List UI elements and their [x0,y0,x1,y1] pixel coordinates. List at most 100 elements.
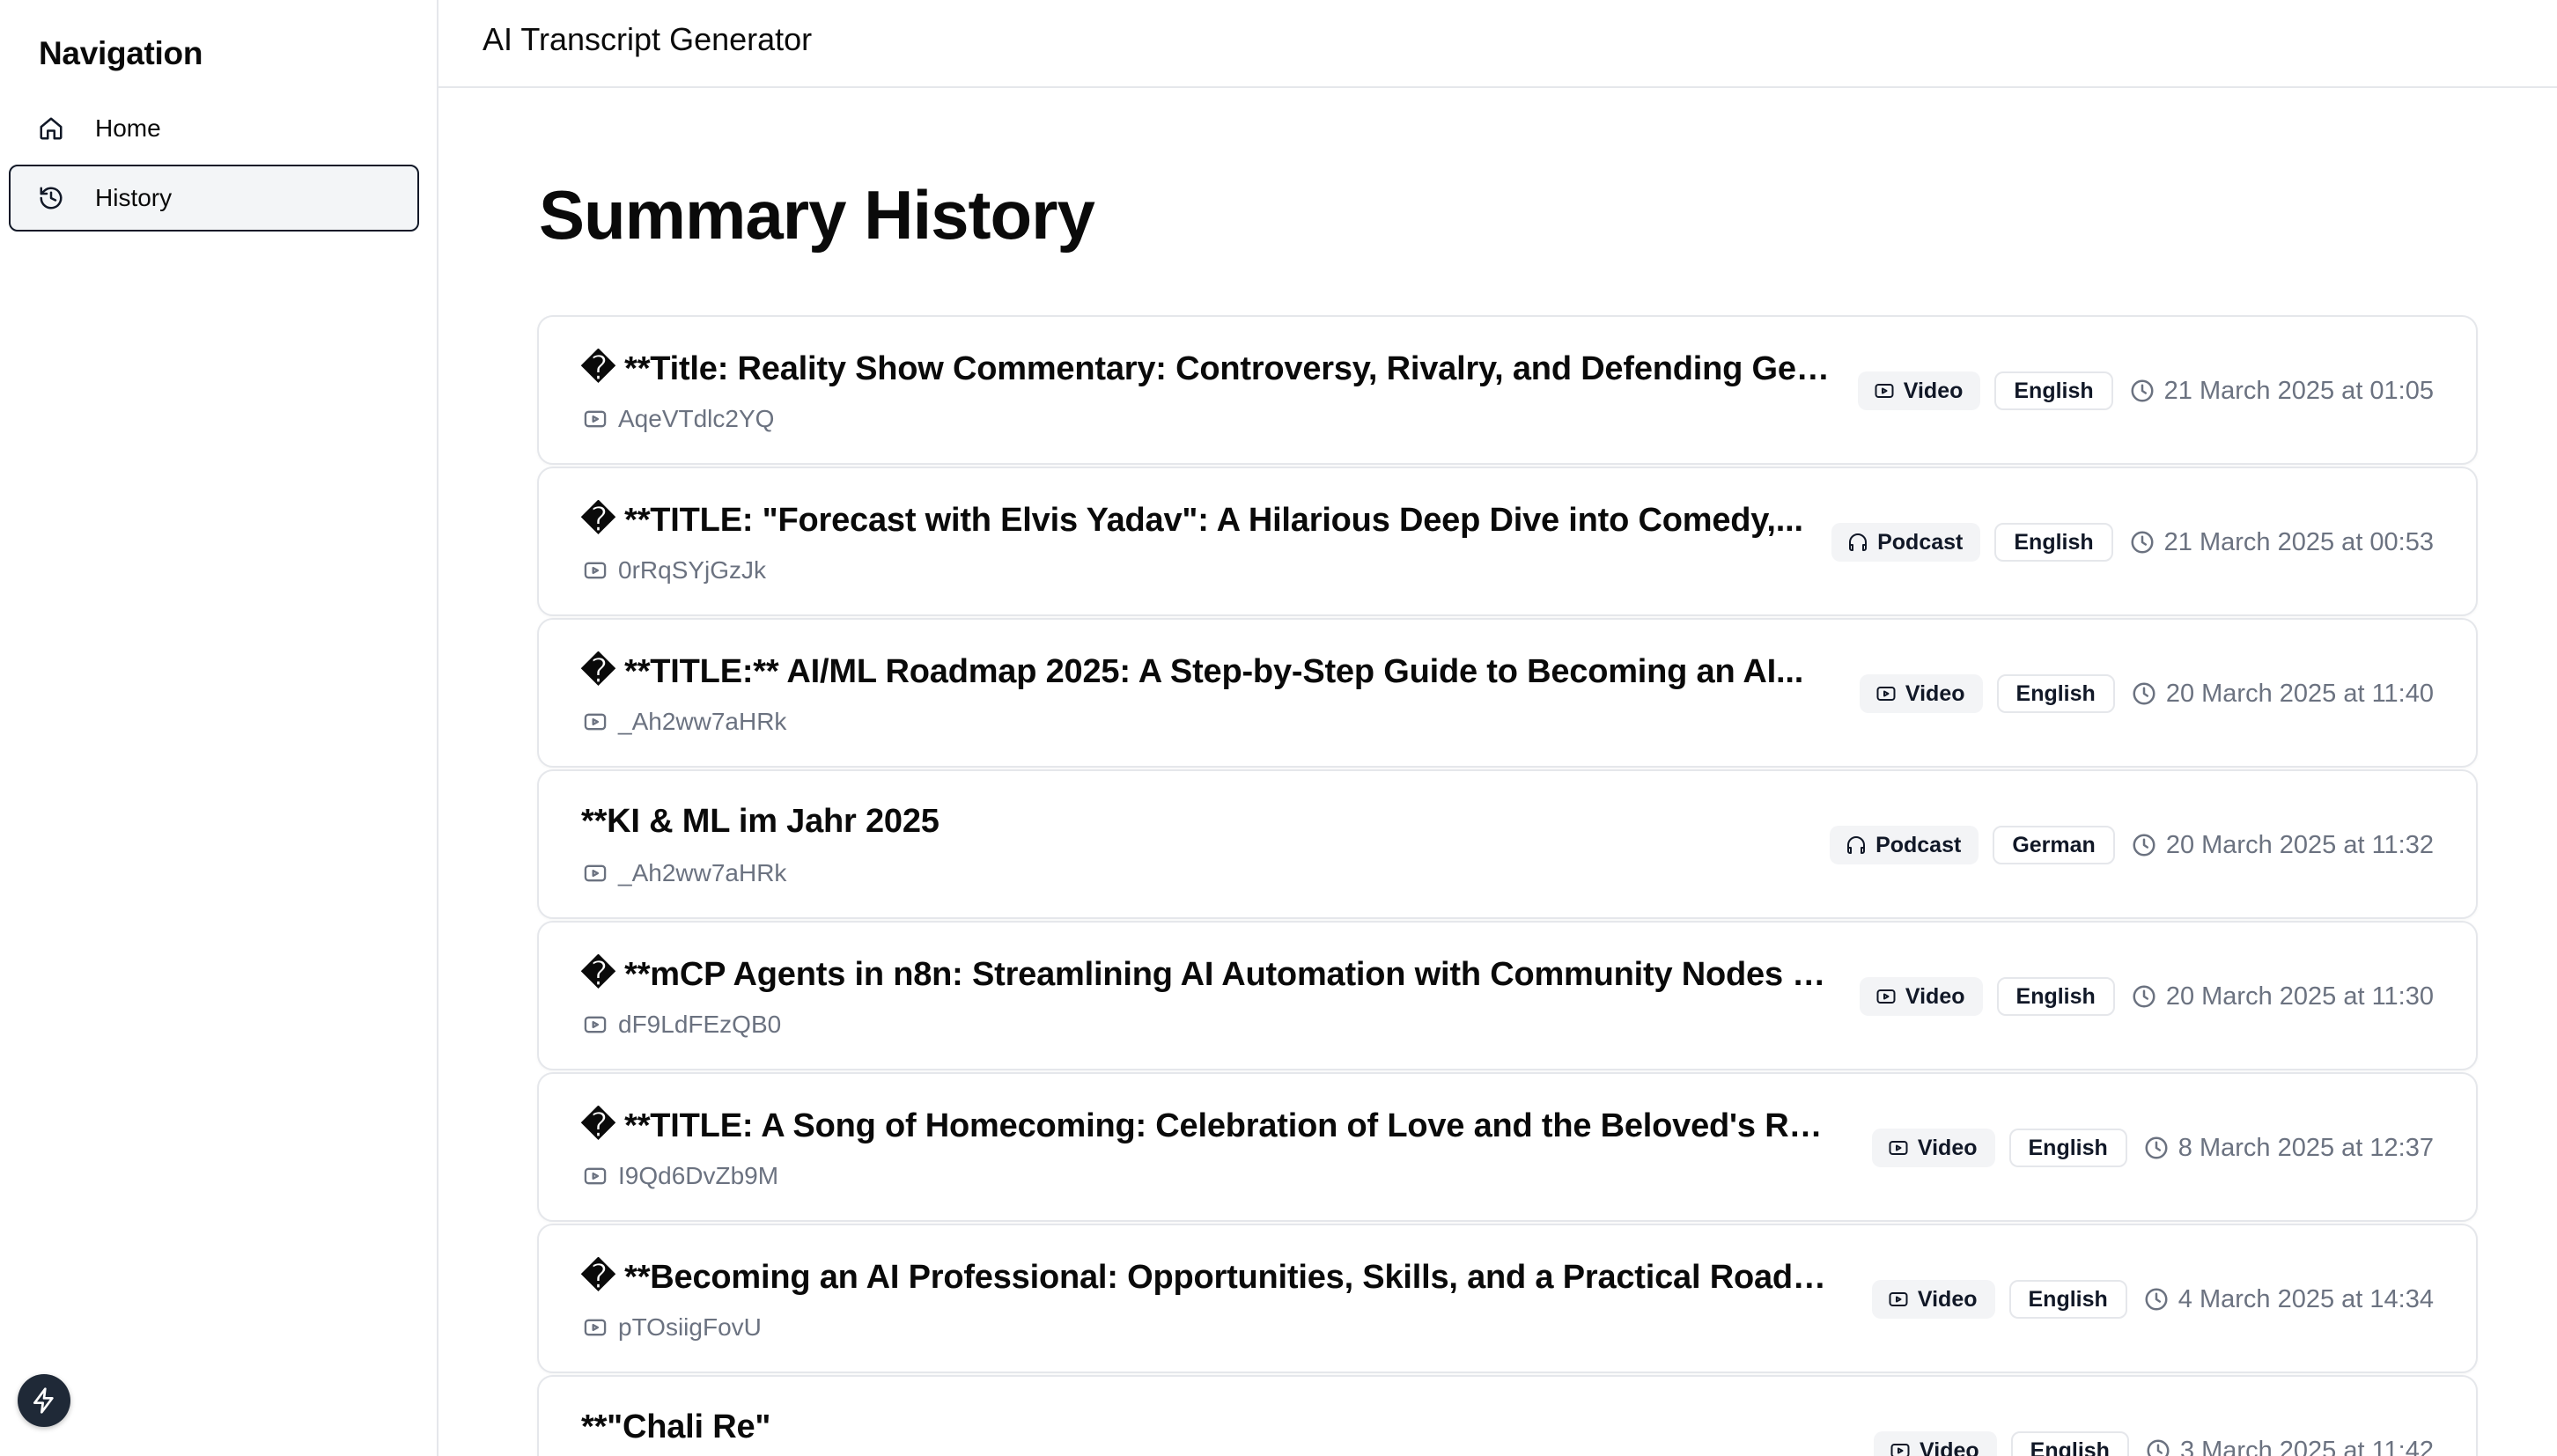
clock-icon [2129,378,2155,404]
type-badge: Video [1857,371,1981,410]
clock-icon [2131,832,2157,858]
type-badge-label: Video [1920,1438,1979,1456]
history-card[interactable]: � **Title: Reality Show Commentary: Cont… [537,315,2478,465]
video-icon [1875,683,1897,704]
timestamp: 20 March 2025 at 11:32 [2131,831,2434,860]
sidebar-title: Navigation [39,35,203,71]
type-badge-label: Podcast [1877,529,1964,555]
summary-title: � **Becoming an AI Professional: Opportu… [581,1259,1831,1296]
sidebar-item-home[interactable]: Home [9,95,419,162]
type-badge-label: Video [1905,983,1965,1009]
headphones-icon [1846,835,1867,856]
video-id: dF9LdFEzQB0 [583,1011,781,1039]
card-meta: Video English 21 March 2025 at 01:05 [1857,370,2434,412]
summary-title: � **TITLE: "Forecast with Elvis Yadav": … [581,502,1803,539]
video-id-text: _Ah2ww7aHRk [618,859,787,886]
video-id-text: AqeVTdlc2YQ [618,405,775,432]
type-badge: Podcast [1830,826,1979,864]
clock-icon [2143,1286,2170,1313]
youtube-icon [583,710,608,734]
headphones-icon [1847,532,1868,553]
timestamp: 20 March 2025 at 11:30 [2131,982,2434,1011]
summary-title: � **Title: Reality Show Commentary: Cont… [581,350,1831,387]
language-badge: English [2008,1280,2127,1319]
video-icon [1875,986,1897,1007]
clock-icon [2131,983,2157,1010]
history-list: � **Title: Reality Show Commentary: Cont… [537,315,2478,1456]
lightning-icon [30,1386,58,1415]
timestamp: 4 March 2025 at 14:34 [2143,1285,2434,1314]
history-card[interactable]: � **Becoming an AI Professional: Opportu… [537,1224,2478,1373]
sidebar-item-label: History [95,184,173,211]
history-card[interactable]: **"Chali Re" Video English 3 March 2025 … [537,1375,2478,1456]
type-badge-label: Video [1903,378,1964,403]
video-id: 0rRqSYjGzJk [583,556,766,585]
timestamp-text: 8 March 2025 at 12:37 [2178,1133,2434,1162]
youtube-icon [583,1164,608,1188]
page-title: Summary History [539,176,1095,254]
type-badge: Video [1859,977,1983,1016]
app-root: Navigation Home History AI Transcript Ge… [0,0,2557,1456]
timestamp-text: 20 March 2025 at 11:30 [2165,982,2434,1011]
summary-title: � **TITLE:** AI/ML Roadmap 2025: A Step-… [581,653,1804,690]
summary-title: **KI & ML im Jahr 2025 [581,803,940,840]
timestamp: 8 March 2025 at 12:37 [2143,1134,2434,1163]
timestamp: 3 March 2025 at 11:42 [2145,1437,2434,1456]
assistant-button[interactable] [18,1374,70,1427]
timestamp-text: 20 March 2025 at 11:32 [2165,830,2434,859]
history-card[interactable]: � **TITLE:** AI/ML Roadmap 2025: A Step-… [537,618,2478,768]
timestamp-text: 20 March 2025 at 11:40 [2165,679,2434,708]
main-content: AI Transcript Generator Summary History … [438,0,2557,1456]
type-badge: Video [1859,674,1983,713]
type-badge: Video [1871,1280,1995,1319]
clock-icon [2143,1135,2170,1161]
video-icon [1888,1289,1909,1310]
timestamp: 20 March 2025 at 11:40 [2131,680,2434,709]
type-badge: Podcast [1831,523,1981,562]
youtube-icon [583,558,608,583]
youtube-icon [583,1315,608,1340]
youtube-icon [583,861,608,886]
language-badge: English [1996,674,2115,713]
type-badge: Video [1871,1129,1995,1167]
history-card[interactable]: � **TITLE: "Forecast with Elvis Yadav": … [537,467,2478,616]
sidebar-item-history[interactable]: History [9,165,419,232]
app-title: AI Transcript Generator [483,21,813,57]
card-meta: Video English 20 March 2025 at 11:40 [1859,673,2434,715]
summary-title: � **TITLE: A Song of Homecoming: Celebra… [581,1107,1831,1144]
video-id: pTOsiigFovU [583,1313,762,1342]
sidebar-item-label: Home [95,114,161,142]
summary-title: � **mCP Agents in n8n: Streamlining AI A… [581,956,1831,993]
history-card[interactable]: � **mCP Agents in n8n: Streamlining AI A… [537,921,2478,1070]
card-meta: Video English 20 March 2025 at 11:30 [1859,975,2434,1018]
type-badge: Video [1874,1431,1997,1456]
clock-icon [2131,680,2157,707]
top-bar: AI Transcript Generator [438,0,2557,88]
sidebar: Navigation Home History [0,0,438,1456]
language-badge: English [1994,523,2113,562]
youtube-icon [583,407,608,431]
timestamp: 21 March 2025 at 01:05 [2129,377,2434,406]
video-icon [1888,1137,1909,1158]
timestamp-text: 3 March 2025 at 11:42 [2179,1436,2434,1456]
video-id-text: I9Qd6DvZb9M [618,1162,779,1189]
clock-icon [2145,1438,2171,1456]
video-id: _Ah2ww7aHRk [583,708,786,736]
type-badge-label: Video [1917,1135,1978,1160]
timestamp-text: 21 March 2025 at 01:05 [2163,376,2434,405]
type-badge-label: Video [1905,680,1965,706]
card-meta: Podcast German 20 March 2025 at 11:32 [1830,824,2434,866]
history-card[interactable]: � **TITLE: A Song of Homecoming: Celebra… [537,1072,2478,1222]
card-meta: Video English 8 March 2025 at 12:37 [1871,1127,2434,1169]
summary-title: **"Chali Re" [581,1408,771,1445]
history-icon [37,184,65,212]
language-badge: English [2010,1431,2129,1456]
history-card[interactable]: **KI & ML im Jahr 2025 _Ah2ww7aHRk Podca… [537,769,2478,919]
type-badge-label: Video [1917,1286,1978,1312]
language-badge: German [1993,826,2115,864]
card-meta: Video English 4 March 2025 at 14:34 [1871,1278,2434,1320]
video-icon [1890,1440,1911,1456]
timestamp: 21 March 2025 at 00:53 [2129,528,2434,557]
video-id: I9Qd6DvZb9M [583,1162,778,1190]
youtube-icon [583,1012,608,1037]
